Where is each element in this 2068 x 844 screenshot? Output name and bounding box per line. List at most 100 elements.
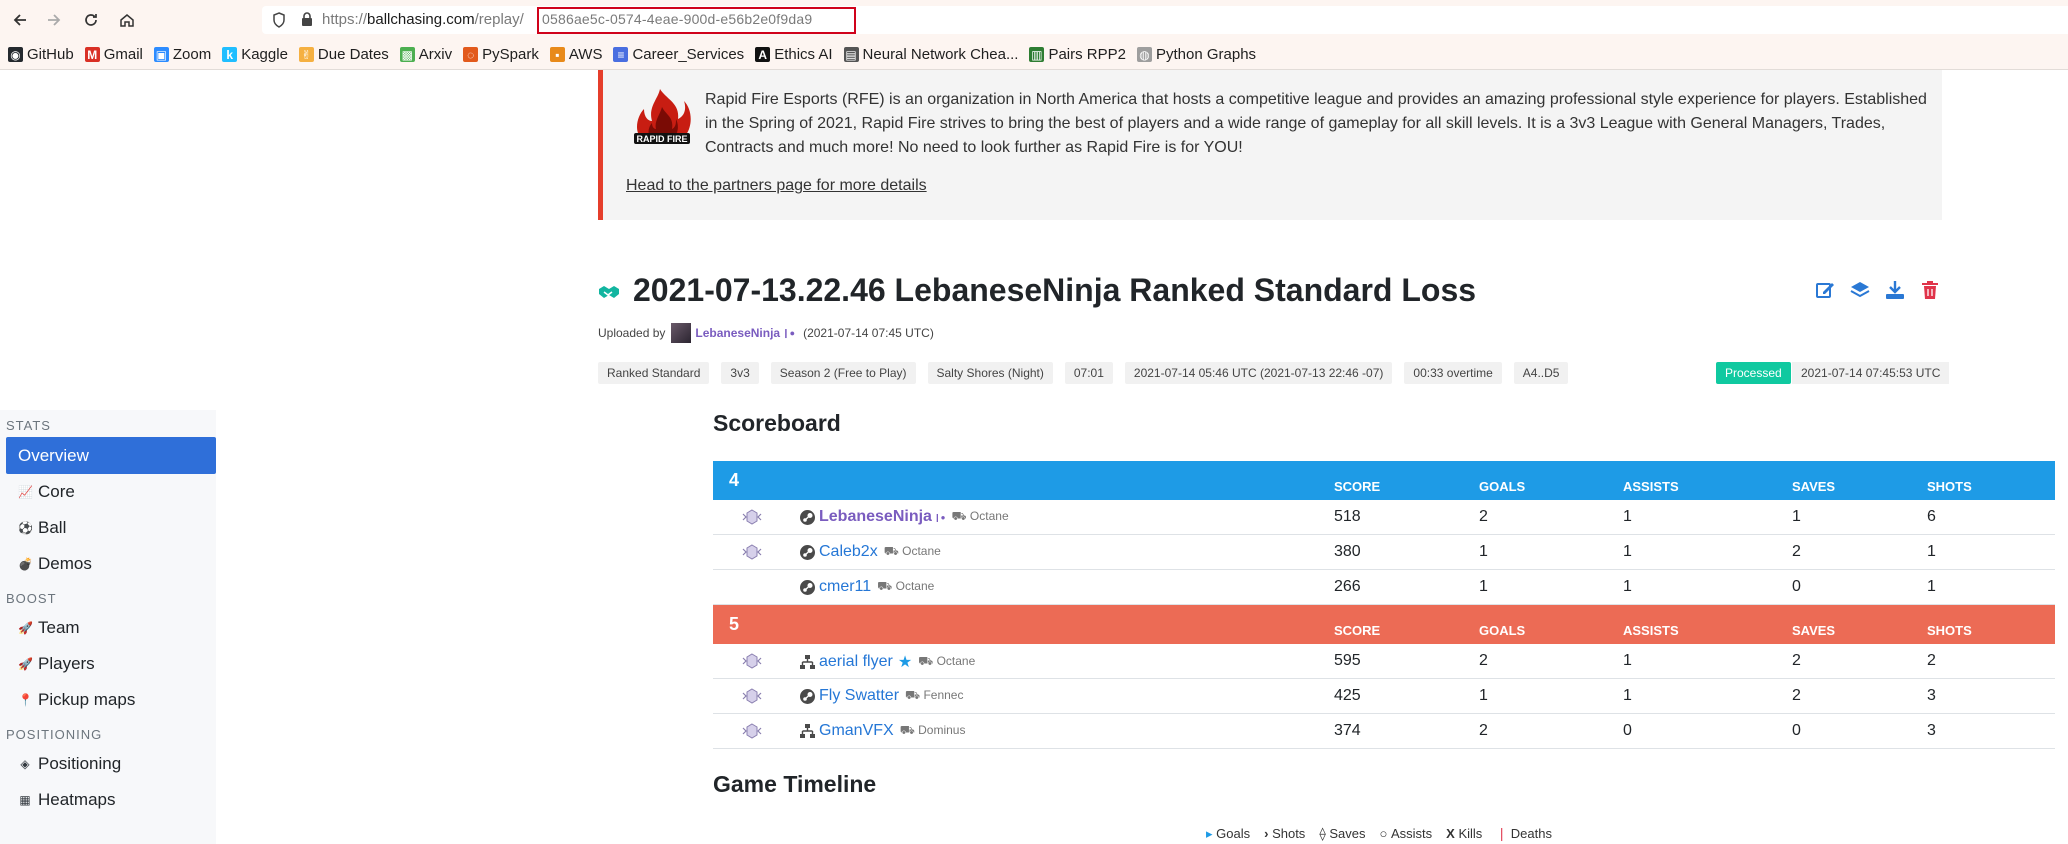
heatmap-icon: ▦ — [19, 793, 31, 807]
cell-shots: 2 — [1927, 652, 1936, 669]
edit-icon[interactable] — [1814, 279, 1836, 301]
player-name-link[interactable]: Fly Swatter — [819, 687, 899, 705]
cell-goals: 1 — [1479, 687, 1488, 704]
bookmark-label: Kaggle — [241, 46, 288, 63]
steam-icon — [800, 509, 815, 525]
player-name-link[interactable]: LebaneseNinja — [819, 508, 932, 526]
legend-assists: ○ Assists — [1380, 826, 1433, 842]
car-name: Octane — [895, 579, 935, 593]
table-row: GmanVFX ⛟ Dominus 374 2 0 0 3 — [713, 714, 2055, 749]
column-header-goals[interactable]: GOALS — [1479, 479, 1525, 494]
pyspark-icon: ◌ — [463, 47, 479, 62]
home-button[interactable] — [115, 8, 139, 32]
url-path: /replay/ — [474, 11, 524, 28]
bookmark-pairs-rpp2[interactable]: ▥ Pairs RPP2 — [1029, 46, 1126, 63]
partner-link[interactable]: Head to the partners page for more detai… — [626, 177, 927, 195]
sidebar-item-label: Heatmaps — [38, 790, 116, 809]
address-bar[interactable]: https://ballchasing.com/replay/ — [262, 6, 2068, 34]
bookmark-github[interactable]: ◉ GitHub — [8, 46, 74, 63]
rank-icon — [742, 509, 762, 525]
sidebar-item-demos[interactable]: 💣 Demos — [0, 546, 216, 582]
car-name: Octane — [969, 509, 1009, 523]
uploaded-by-line: Uploaded by LebaneseNinja ❙● (2021-07-14… — [598, 323, 934, 343]
back-button[interactable] — [8, 8, 32, 32]
url-replay-id[interactable]: 0586ae5c-0574-4eae-900d-e56b2e0f9da9 — [542, 11, 812, 27]
car-label: ⛟ Octane — [877, 579, 934, 595]
legend-label: Kills — [1458, 826, 1483, 841]
player-name-link[interactable]: aerial flyer — [819, 653, 893, 671]
cell-assists: 0 — [1623, 722, 1632, 739]
car-icon: ⛟ — [905, 688, 924, 702]
player-name-link[interactable]: Caleb2x — [819, 543, 878, 561]
url-text[interactable]: https://ballchasing.com/replay/ — [322, 11, 524, 28]
steam-icon — [800, 544, 815, 560]
sidebar-item-team[interactable]: 🚀 Team — [0, 610, 216, 646]
bookmark-ethics-ai[interactable]: A Ethics AI — [755, 46, 833, 63]
rocket-icon: 🚀 — [18, 657, 33, 671]
legend-label: Saves — [1329, 826, 1366, 841]
bookmark-kaggle[interactable]: k Kaggle — [222, 46, 288, 63]
cell-score: 595 — [1334, 652, 1361, 669]
bookmark-career-services[interactable]: ≡ Career_Services — [613, 46, 744, 63]
python-graphs-icon: ◍ — [1136, 47, 1152, 62]
column-header-assists[interactable]: ASSISTS — [1623, 479, 1679, 494]
gmail-icon: M — [84, 47, 100, 62]
team-header-blue: 4 SCORE GOALS ASSISTS SAVES SHOTS — [713, 461, 2055, 500]
hand-icon: ✌ — [298, 47, 314, 62]
column-header-score[interactable]: SCORE — [1334, 479, 1380, 494]
bookmark-arxiv[interactable]: ▩ Arxiv — [399, 46, 452, 63]
column-header-saves[interactable]: SAVES — [1792, 623, 1835, 638]
download-icon[interactable] — [1884, 279, 1906, 301]
cell-goals: 2 — [1479, 652, 1488, 669]
github-icon: ◉ — [8, 47, 23, 62]
team-score: 5 — [729, 614, 740, 634]
bookmark-due-dates[interactable]: ✌ Due Dates — [298, 46, 389, 63]
cell-saves: 1 — [1792, 508, 1801, 525]
column-header-goals[interactable]: GOALS — [1479, 623, 1525, 638]
column-header-score[interactable]: SCORE — [1334, 623, 1380, 638]
bookmark-gmail[interactable]: M Gmail — [84, 46, 143, 63]
player-cell: Fly Swatter ⛟ Fennec — [799, 687, 963, 705]
reload-button[interactable] — [79, 8, 103, 32]
column-header-shots[interactable]: SHOTS — [1927, 479, 1972, 494]
column-header-shots[interactable]: SHOTS — [1927, 623, 1972, 638]
legend-label: Assists — [1390, 826, 1433, 841]
forward-button[interactable] — [42, 8, 66, 32]
shield-icon[interactable] — [272, 12, 286, 28]
bookmark-pyspark[interactable]: ◌ PySpark — [463, 46, 539, 63]
bookmark-aws[interactable]: ▪ AWS — [549, 46, 603, 63]
arrow-right-icon — [48, 14, 61, 26]
sidebar-item-pickup-maps[interactable]: 📍 Pickup maps — [0, 682, 216, 718]
replay-tag: A4..D5 — [1513, 362, 1569, 384]
uploader-link[interactable]: LebaneseNinja — [695, 326, 780, 340]
sidebar-item-players[interactable]: 🚀 Players — [0, 646, 216, 682]
column-header-assists[interactable]: ASSISTS — [1623, 623, 1679, 638]
player-name-link[interactable]: cmer11 — [819, 578, 871, 596]
player-name-link[interactable]: GmanVFX — [819, 722, 894, 740]
sidebar-item-overview[interactable]: Overview — [6, 437, 216, 474]
sidebar-item-positioning[interactable]: ◈ Positioning — [0, 746, 216, 782]
nn-icon: ▤ — [843, 47, 859, 62]
layers-icon[interactable] — [1849, 279, 1871, 301]
trash-icon[interactable] — [1919, 279, 1941, 301]
cell-goals: 2 — [1479, 722, 1488, 739]
epic-icon — [800, 723, 815, 738]
bookmark-label: Pairs RPP2 — [1048, 46, 1126, 63]
bookmark-label: AWS — [568, 46, 603, 63]
sidebar-item-ball[interactable]: ⚽ Ball — [0, 510, 216, 546]
pairs-icon: ▥ — [1029, 47, 1045, 62]
sidebar-item-core[interactable]: 📈 Core — [0, 474, 216, 510]
bookmark-neural-network-chea[interactable]: ▤ Neural Network Chea... — [843, 46, 1018, 63]
sidebar: STATS Overview 📈 Core ⚽ Ball 💣 Demos BOOST 🚀 Team 🚀… — [0, 410, 216, 844]
car-name: Dominus — [918, 723, 966, 737]
crosshair-icon: ◈ — [20, 757, 30, 771]
cell-assists: 1 — [1623, 543, 1632, 560]
column-header-saves[interactable]: SAVES — [1792, 479, 1835, 494]
replay-tag: 3v3 — [721, 362, 759, 384]
sidebar-item-heatmaps[interactable]: ▦ Heatmaps — [0, 782, 216, 818]
cell-shots: 1 — [1927, 578, 1936, 595]
bookmark-python-graphs[interactable]: ◍ Python Graphs — [1136, 46, 1256, 63]
lock-icon[interactable] — [300, 11, 314, 28]
aws-icon: ▪ — [549, 47, 565, 62]
bookmark-zoom[interactable]: ▣ Zoom — [153, 46, 211, 63]
